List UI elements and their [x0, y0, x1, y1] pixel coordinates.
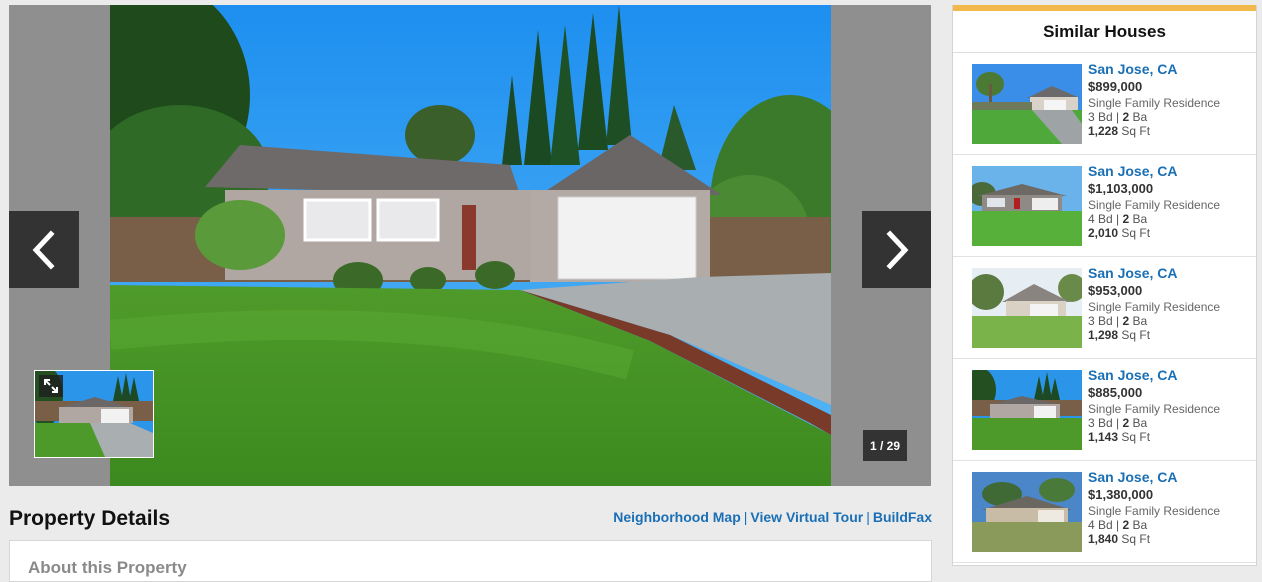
similar-houses-panel: Similar Houses San Jose, CA $899,000 Sin…	[952, 5, 1257, 566]
sqft-label: Sq Ft	[1118, 328, 1151, 342]
listing-info: San Jose, CA $1,103,000 Single Family Re…	[1088, 163, 1220, 240]
baths-label: Ba	[1129, 212, 1148, 226]
sqft-value: 1,298	[1088, 328, 1119, 342]
listing-card[interactable]: San Jose, CA $1,103,000 Single Family Re…	[953, 155, 1256, 257]
listing-card[interactable]: San Jose, CA $1,380,000 Single Family Re…	[953, 461, 1256, 563]
listing-city[interactable]: San Jose, CA	[1088, 265, 1220, 282]
listing-photo[interactable]	[972, 64, 1082, 144]
listing-type: Single Family Residence	[1088, 300, 1221, 314]
listing-city[interactable]: San Jose, CA	[1088, 163, 1220, 180]
listing-price: $1,380,000	[1088, 487, 1154, 502]
listing-city[interactable]: San Jose, CA	[1088, 469, 1220, 486]
listing-photo[interactable]	[972, 472, 1082, 552]
photo-thumbnail[interactable]	[34, 370, 154, 458]
beds-value: 3	[1088, 110, 1095, 124]
listing-price: $1,103,000	[1088, 181, 1154, 196]
sqft-label: Sq Ft	[1118, 226, 1151, 240]
photo-counter: 1 / 29	[863, 430, 907, 461]
sqft-label: Sq Ft	[1118, 430, 1151, 444]
listing-type: Single Family Residence	[1088, 402, 1221, 416]
listing-price: $953,000	[1088, 283, 1143, 298]
chevron-right-icon	[886, 229, 909, 270]
beds-value: 3	[1088, 416, 1095, 430]
about-title: About this Property	[28, 558, 187, 577]
beds-label: Bd |	[1094, 212, 1123, 226]
virtual-tour-link[interactable]: View Virtual Tour	[750, 509, 863, 525]
baths-label: Ba	[1129, 416, 1148, 430]
listing-beds-baths: 3 Bd | 2 Ba	[1088, 416, 1220, 430]
listing-beds-baths: 3 Bd | 2 Ba	[1088, 110, 1220, 124]
sqft-label: Sq Ft	[1118, 532, 1151, 546]
about-section: About this Property	[9, 540, 932, 582]
sqft-value: 1,228	[1088, 124, 1119, 138]
beds-label: Bd |	[1094, 314, 1123, 328]
listing-photo[interactable]	[972, 370, 1082, 450]
baths-label: Ba	[1129, 518, 1148, 532]
listing-info: San Jose, CA $953,000 Single Family Resi…	[1088, 265, 1220, 342]
neighborhood-map-link[interactable]: Neighborhood Map	[613, 509, 741, 525]
beds-label: Bd |	[1094, 416, 1123, 430]
sqft-label: Sq Ft	[1118, 124, 1151, 138]
listing-info: San Jose, CA $885,000 Single Family Resi…	[1088, 367, 1220, 444]
listing-beds-baths: 3 Bd | 2 Ba	[1088, 314, 1220, 328]
listing-type: Single Family Residence	[1088, 96, 1221, 110]
listing-card[interactable]: San Jose, CA $899,000 Single Family Resi…	[953, 53, 1256, 155]
property-details-title: Property Details	[9, 507, 171, 530]
photo-gallery: 1 / 29	[9, 5, 931, 486]
listing-price: $885,000	[1088, 385, 1143, 400]
sqft-value: 1,840	[1088, 532, 1119, 546]
similar-houses-title: Similar Houses	[953, 11, 1256, 53]
listing-sqft: 1,228 Sq Ft	[1088, 124, 1220, 138]
listing-info: San Jose, CA $899,000 Single Family Resi…	[1088, 61, 1220, 138]
beds-label: Bd |	[1094, 110, 1123, 124]
expand-button[interactable]	[39, 375, 63, 397]
beds-label: Bd |	[1094, 518, 1123, 532]
listing-info: San Jose, CA $1,380,000 Single Family Re…	[1088, 469, 1220, 546]
next-photo-button[interactable]	[862, 211, 931, 288]
chevron-left-icon	[32, 229, 55, 270]
listing-sqft: 1,298 Sq Ft	[1088, 328, 1220, 342]
prev-photo-button[interactable]	[9, 211, 79, 288]
beds-value: 4	[1088, 518, 1095, 532]
baths-label: Ba	[1129, 110, 1148, 124]
listing-sqft: 1,143 Sq Ft	[1088, 430, 1220, 444]
listing-city[interactable]: San Jose, CA	[1088, 61, 1220, 78]
beds-value: 3	[1088, 314, 1095, 328]
buildfax-link[interactable]: BuildFax	[873, 509, 932, 525]
listing-card[interactable]: San Jose, CA $953,000 Single Family Resi…	[953, 257, 1256, 359]
listing-city[interactable]: San Jose, CA	[1088, 367, 1220, 384]
link-separator: |	[743, 509, 748, 525]
listing-photo[interactable]	[972, 166, 1082, 246]
expand-icon	[44, 379, 58, 393]
listing-type: Single Family Residence	[1088, 504, 1221, 518]
listing-card[interactable]: San Jose, CA $885,000 Single Family Resi…	[953, 359, 1256, 461]
listing-sqft: 2,010 Sq Ft	[1088, 226, 1220, 240]
listing-photo[interactable]	[972, 268, 1082, 348]
link-separator: |	[866, 509, 870, 525]
listing-price: $899,000	[1088, 79, 1143, 94]
beds-value: 4	[1088, 212, 1095, 226]
listing-type: Single Family Residence	[1088, 198, 1221, 212]
main-photo[interactable]	[110, 5, 831, 486]
listing-sqft: 1,840 Sq Ft	[1088, 532, 1220, 546]
sqft-value: 1,143	[1088, 430, 1119, 444]
property-links: Neighborhood Map | View Virtual Tour | Build…	[613, 509, 932, 525]
listing-beds-baths: 4 Bd | 2 Ba	[1088, 212, 1220, 226]
baths-label: Ba	[1129, 314, 1148, 328]
sqft-value: 2,010	[1088, 226, 1119, 240]
listing-beds-baths: 4 Bd | 2 Ba	[1088, 518, 1220, 532]
